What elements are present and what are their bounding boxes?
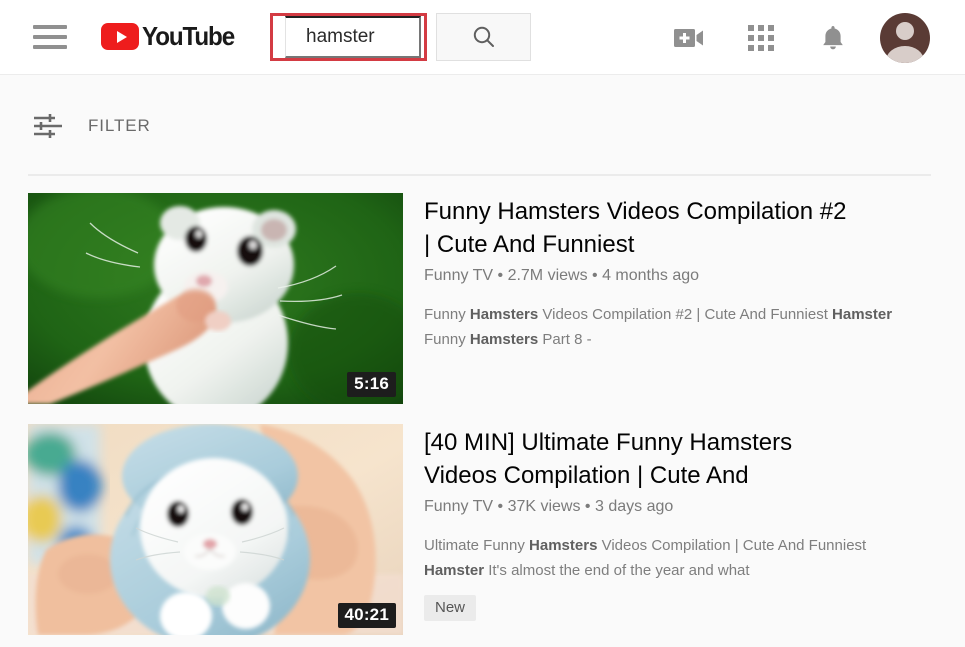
avatar [880, 12, 930, 63]
youtube-logo[interactable]: YouTube [101, 21, 241, 52]
grid-dot [758, 34, 764, 41]
video-thumbnail[interactable]: 5:16 [28, 193, 403, 404]
grid-dot [748, 24, 754, 31]
grid-dot [748, 44, 754, 51]
search-button[interactable] [436, 13, 531, 61]
hamburger-line [33, 35, 67, 39]
video-result-row: 40:21 [40 MIN] Ultimate Funny Hamsters V… [0, 424, 965, 635]
notifications-button[interactable] [797, 0, 869, 75]
create-video-icon [674, 28, 703, 47]
hamburger-line [33, 25, 67, 29]
grid-dot [768, 24, 774, 31]
video-thumbnail[interactable]: 40:21 [28, 424, 403, 635]
new-badge: New [424, 595, 477, 621]
video-duration-badge: 40:21 [337, 603, 396, 628]
hamburger-line [33, 45, 67, 49]
search-box[interactable] [270, 13, 427, 61]
hamburger-menu-icon[interactable] [33, 25, 67, 49]
youtube-search-results-page: YouTube hamster FILTER 5:16 Funny Hamste… [0, 0, 965, 647]
youtube-apps-button[interactable] [725, 0, 797, 75]
filter-label: FILTER [88, 116, 151, 135]
search-icon [473, 26, 494, 47]
account-avatar-button[interactable] [869, 0, 941, 75]
grid-dot [768, 34, 774, 41]
grid-dot [768, 44, 774, 51]
youtube-logo-text: YouTube [142, 21, 235, 51]
youtube-play-icon [101, 23, 139, 50]
search-input[interactable] [285, 16, 421, 58]
video-description: Funny Hamsters Videos Compilation #2 | C… [424, 306, 893, 348]
grid-dot [748, 34, 754, 41]
header-icon-group [653, 0, 941, 75]
tune-filter-icon [34, 114, 62, 138]
notifications-bell-icon [823, 25, 843, 49]
video-metadata: Funny TV • 2.7M views • 4 months ago [424, 267, 700, 284]
apps-grid-icon [748, 24, 774, 51]
video-duration-badge: 5:16 [347, 372, 396, 397]
create-video-button[interactable] [653, 0, 725, 75]
search-results-list: 5:16 Funny Hamsters Videos Compilation #… [0, 193, 965, 647]
video-description: Ultimate Funny Hamsters Videos Compilati… [424, 537, 867, 579]
grid-dot [758, 24, 764, 31]
filter-divider [28, 174, 931, 176]
grid-dot [758, 44, 764, 51]
video-metadata: Funny TV • 37K views • 3 days ago [424, 498, 674, 515]
video-info: [40 MIN] Ultimate Funny Hamsters Videos … [403, 424, 965, 635]
video-info: Funny Hamsters Videos Compilation #2 | C… [403, 193, 965, 404]
masthead-header: YouTube [0, 0, 965, 75]
video-result-row: 5:16 Funny Hamsters Videos Compilation #… [0, 193, 965, 404]
video-title[interactable]: Funny Hamsters Videos Compilation #2 | C… [424, 195, 854, 261]
search-area [270, 13, 531, 61]
filter-button[interactable]: FILTER [33, 113, 151, 139]
video-title[interactable]: [40 MIN] Ultimate Funny Hamsters Videos … [424, 426, 854, 492]
